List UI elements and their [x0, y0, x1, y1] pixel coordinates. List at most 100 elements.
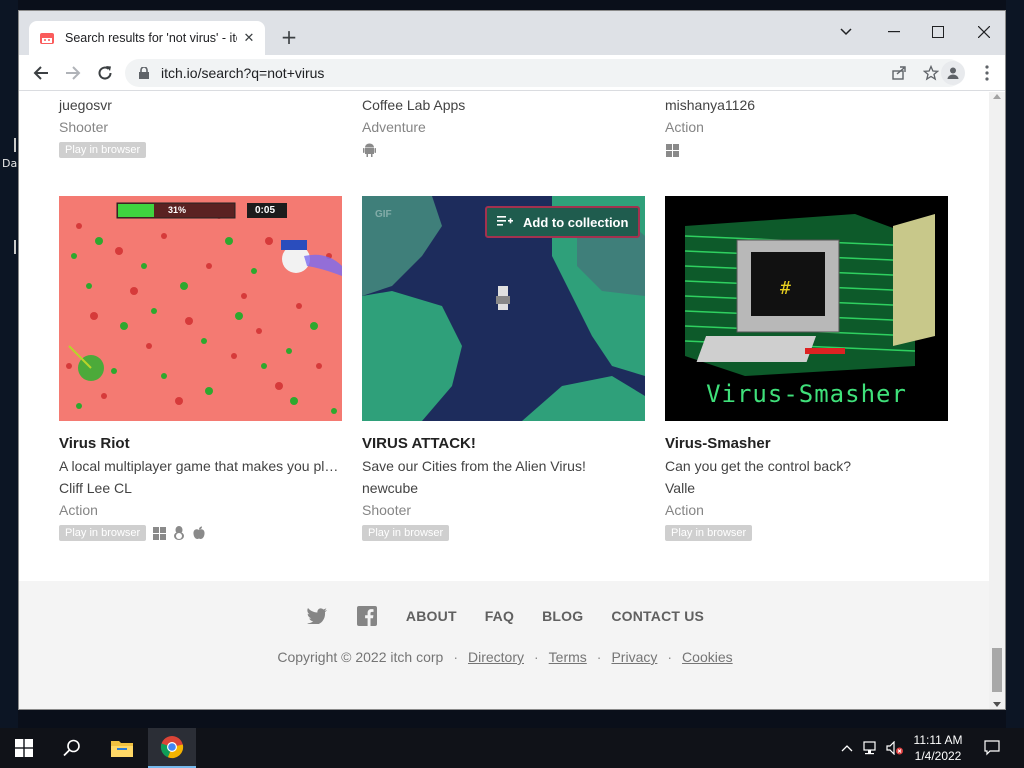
- game-thumbnail[interactable]: GIF Add to collection: [362, 196, 645, 421]
- facebook-icon[interactable]: [356, 605, 378, 627]
- platform-row: [665, 138, 948, 162]
- taskbar-clock[interactable]: 11:11 AM 1/4/2022: [904, 732, 972, 764]
- game-author[interactable]: Coffee Lab Apps: [362, 94, 645, 116]
- platform-row: Play in browser: [59, 138, 342, 162]
- previous-game-cell: Coffee Lab Apps Adventure: [362, 94, 645, 162]
- search-icon[interactable]: [48, 728, 96, 768]
- game-genre: Shooter: [59, 119, 109, 135]
- footer-link-contact[interactable]: CONTACT US: [611, 608, 704, 624]
- game-thumbnail[interactable]: 31% 0:05: [59, 196, 342, 421]
- volume-muted-icon[interactable]: [884, 728, 906, 768]
- scroll-down-arrow-icon[interactable]: [993, 702, 1001, 707]
- game-genre: Adventure: [362, 119, 426, 135]
- previous-game-cell: mishanya1126 Action: [665, 94, 948, 162]
- footer-link-privacy[interactable]: Privacy: [611, 649, 657, 665]
- footer-link-faq[interactable]: FAQ: [485, 608, 514, 624]
- clock-time: 11:11 AM: [913, 733, 963, 747]
- add-to-collection-button[interactable]: Add to collection: [485, 206, 641, 238]
- game-timer: 0:05: [255, 205, 276, 216]
- footer-link-about[interactable]: ABOUT: [406, 608, 457, 624]
- add-to-collection-label: Add to collection: [523, 214, 629, 230]
- health-percent: 31%: [168, 205, 187, 215]
- file-explorer-folder-icon[interactable]: [98, 728, 146, 768]
- browser-tab[interactable]: Search results for 'not virus' - itch.io…: [29, 21, 265, 55]
- play-in-browser-badge: Play in browser: [665, 525, 753, 541]
- url-text[interactable]: itch.io/search?q=not+virus: [161, 65, 324, 81]
- tab-search-chevron-icon[interactable]: [831, 17, 861, 47]
- scrollbar-thumb[interactable]: [992, 648, 1002, 692]
- game-author[interactable]: newcube: [362, 477, 645, 499]
- desktop-icon-edge: [14, 240, 16, 254]
- reload-icon[interactable]: [91, 59, 119, 87]
- android-icon: [362, 143, 376, 157]
- game-author[interactable]: Valle: [665, 477, 948, 499]
- linux-icon: [172, 526, 186, 540]
- scroll-up-arrow-icon[interactable]: [993, 94, 1001, 99]
- gif-badge: GIF: [375, 209, 392, 220]
- game-genre: Action: [665, 119, 704, 135]
- game-title[interactable]: VIRUS ATTACK!: [362, 434, 645, 454]
- platform-row: Play in browser: [665, 521, 948, 545]
- desktop-icon-label[interactable]: Da: [2, 157, 17, 170]
- maximize-button[interactable]: [923, 17, 953, 47]
- svg-text:#: #: [780, 278, 791, 299]
- game-author[interactable]: mishanya1126: [665, 94, 948, 116]
- windows-icon: [152, 526, 166, 540]
- desktop-background-right: [1006, 0, 1024, 728]
- lock-icon[interactable]: [137, 66, 151, 80]
- chrome-taskbar-icon[interactable]: [148, 728, 196, 768]
- game-cell: GIF Add to collection VIRUS ATTACK! Save…: [362, 196, 645, 545]
- playlist-add-icon: [497, 215, 513, 230]
- share-icon[interactable]: [889, 63, 909, 83]
- forward-arrow-icon[interactable]: [59, 59, 87, 87]
- page-scrollbar[interactable]: [989, 92, 1005, 709]
- address-bar[interactable]: itch.io/search?q=not+virus: [125, 59, 963, 87]
- tab-strip: Search results for 'not virus' - itch.io…: [19, 11, 1005, 55]
- game-description: Can you get the control back?: [665, 458, 852, 474]
- copyright-text: Copyright © 2022 itch corp: [277, 649, 444, 665]
- windows-icon: [665, 143, 679, 157]
- previous-game-cell: juegosvr Shooter Play in browser: [59, 94, 342, 162]
- game-thumbnail[interactable]: # Virus-Smasher: [665, 196, 948, 421]
- clock-date: 1/4/2022: [914, 749, 962, 763]
- game-cell: # Virus-Smasher Virus-Smasher Can you ge…: [665, 196, 948, 545]
- browser-window: Search results for 'not virus' - itch.io…: [18, 10, 1006, 710]
- back-arrow-icon[interactable]: [27, 59, 55, 87]
- tab-title: Search results for 'not virus' - itch.io: [65, 31, 237, 45]
- browser-toolbar: itch.io/search?q=not+virus: [19, 55, 1005, 91]
- new-tab-button[interactable]: +: [277, 25, 301, 49]
- site-footer: ABOUT FAQ BLOG CONTACT US Copyright © 20…: [19, 581, 991, 709]
- footer-link-cookies[interactable]: Cookies: [682, 649, 733, 665]
- game-genre: Action: [59, 502, 98, 518]
- desktop-icon-edge: [14, 138, 16, 152]
- game-title[interactable]: Virus-Smasher: [665, 434, 948, 454]
- footer-link-directory[interactable]: Directory: [468, 649, 524, 665]
- tray-chevron-up-icon[interactable]: [836, 728, 858, 768]
- twitter-icon[interactable]: [306, 605, 328, 627]
- profile-avatar-icon[interactable]: [941, 61, 965, 85]
- footer-link-blog[interactable]: BLOG: [542, 608, 583, 624]
- close-window-button[interactable]: [969, 17, 999, 47]
- game-genre: Shooter: [362, 502, 412, 518]
- play-in-browser-badge: Play in browser: [362, 525, 450, 541]
- game-author[interactable]: juegosvr: [59, 94, 342, 116]
- footer-links: ABOUT FAQ BLOG CONTACT US: [19, 605, 991, 627]
- tab-close-icon[interactable]: ✕: [241, 30, 257, 46]
- bookmark-star-icon[interactable]: [921, 63, 941, 83]
- notifications-icon[interactable]: [978, 728, 1006, 768]
- menu-dots-icon[interactable]: [975, 61, 999, 85]
- start-windows-icon[interactable]: [0, 728, 48, 768]
- play-in-browser-badge: Play in browser: [59, 525, 147, 541]
- platform-row: Play in browser: [59, 521, 342, 545]
- minimize-button[interactable]: [879, 17, 909, 47]
- game-genre: Action: [665, 502, 704, 518]
- game-author[interactable]: Cliff Lee CL: [59, 477, 342, 499]
- play-in-browser-badge: Play in browser: [59, 142, 147, 158]
- network-icon[interactable]: [860, 728, 882, 768]
- footer-link-terms[interactable]: Terms: [549, 649, 587, 665]
- game-title[interactable]: Virus Riot: [59, 434, 342, 454]
- platform-row: [362, 138, 645, 162]
- windows-taskbar: 11:11 AM 1/4/2022: [0, 728, 1024, 768]
- footer-bottom: Copyright © 2022 itch corp · Directory · Ter…: [277, 649, 733, 665]
- game-description: A local multiplayer game that makes you …: [59, 458, 342, 474]
